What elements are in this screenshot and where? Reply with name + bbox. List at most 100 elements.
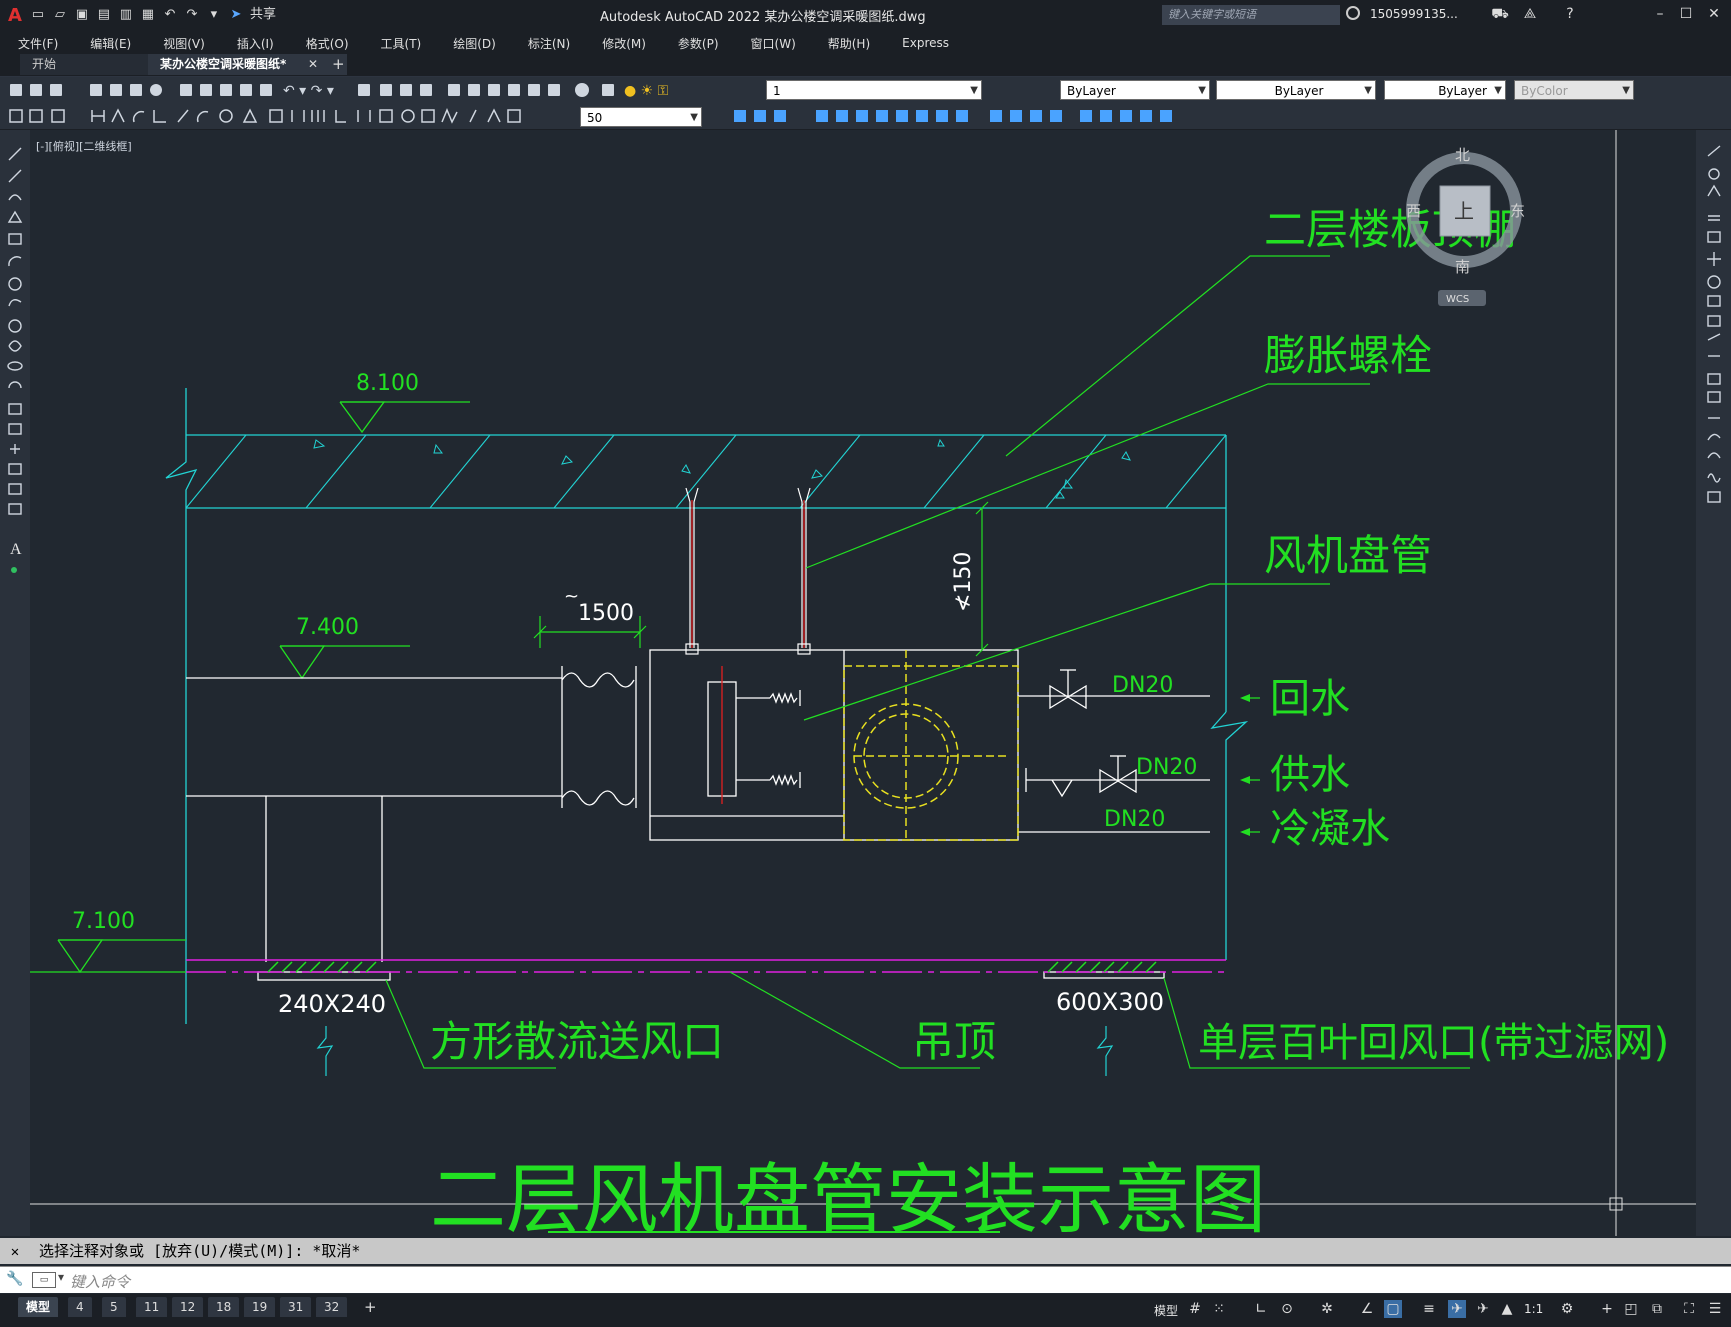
command-input[interactable]: 键入命令 bbox=[70, 1271, 130, 1292]
label-supply-water: 供水 bbox=[1270, 752, 1350, 798]
standard-toolbar-icons[interactable]: ↶ ▾ ↷ ▾ ● ☀ ⚿ bbox=[8, 81, 668, 99]
isolate-objects-icon[interactable]: ⧉ bbox=[1648, 1300, 1666, 1318]
layout-tab-4[interactable]: 4 bbox=[68, 1297, 92, 1317]
color-value: ByLayer bbox=[1067, 84, 1116, 98]
elevation-7100: 7.100 bbox=[72, 909, 135, 934]
search-icon[interactable] bbox=[1346, 6, 1360, 20]
save-as-icon[interactable]: ▤ bbox=[96, 7, 112, 23]
save-icon[interactable]: ▣ bbox=[74, 7, 90, 23]
close-icon[interactable]: ✕ bbox=[1704, 4, 1724, 24]
layer-dropdown[interactable]: 1 ▼ bbox=[766, 80, 982, 100]
layout-tab-model[interactable]: 模型 bbox=[18, 1297, 59, 1317]
menu-parametric[interactable]: 参数(P) bbox=[660, 35, 733, 52]
modify-toolbar-icons[interactable] bbox=[730, 107, 1210, 125]
menu-file[interactable]: 文件(F) bbox=[0, 35, 72, 52]
quick-access-toolbar: ▭ ▱ ▣ ▤ ▥ ▦ ↶ ↷ ▾ ➤ 共享 bbox=[30, 7, 276, 23]
layout-tab-31[interactable]: 31 bbox=[280, 1297, 312, 1317]
label-expansion-bolt: 膨胀螺栓 bbox=[1264, 331, 1432, 380]
menu-dimension[interactable]: 标注(N) bbox=[510, 35, 584, 52]
color-dropdown[interactable]: ByLayer ▼ bbox=[1060, 80, 1210, 100]
menu-edit[interactable]: 编辑(E) bbox=[72, 35, 145, 52]
layout-tab-19[interactable]: 19 bbox=[244, 1297, 276, 1317]
annotation-monitor-icon[interactable]: ✈ bbox=[1448, 1300, 1466, 1318]
share-icon[interactable]: ➤ bbox=[228, 7, 244, 23]
cart-icon[interactable]: ⛟ bbox=[1490, 4, 1510, 24]
menu-view[interactable]: 视图(V) bbox=[145, 35, 219, 52]
customize-icon[interactable]: 🔧 bbox=[6, 1271, 23, 1287]
label-condensate: 冷凝水 bbox=[1270, 806, 1390, 852]
new-file-icon[interactable]: ▭ bbox=[30, 7, 46, 23]
osnap-icon[interactable]: ▢ bbox=[1384, 1300, 1402, 1318]
annotation-visibility-icon[interactable]: ✈ bbox=[1474, 1300, 1492, 1318]
hardware-accel-icon[interactable]: ◰ bbox=[1622, 1300, 1640, 1318]
annotate-plus-icon[interactable]: + bbox=[1598, 1300, 1616, 1318]
linetype-dropdown[interactable]: ByLayer ▼ bbox=[1216, 80, 1376, 100]
plotstyle-value: ByColor bbox=[1521, 84, 1568, 98]
add-layout-icon[interactable]: + bbox=[356, 1297, 385, 1317]
command-prompt-icon[interactable]: ▭ bbox=[32, 1272, 56, 1288]
svg-text:↶ ▾ ↷ ▾: ↶ ▾ ↷ ▾ bbox=[283, 83, 334, 99]
workspace-gear-icon[interactable]: ⚙ bbox=[1558, 1300, 1576, 1318]
label-240x240: 240X240 bbox=[278, 990, 386, 1018]
plot-icon[interactable]: ▦ bbox=[140, 7, 156, 23]
search-input[interactable]: 键入关键字或短语 bbox=[1162, 5, 1340, 25]
fullscreen-icon[interactable]: ⛶ bbox=[1680, 1300, 1698, 1318]
command-dropdown-icon[interactable]: ▾ bbox=[58, 1270, 64, 1284]
dimscale-value: 50 bbox=[587, 111, 603, 125]
svg-text:A: A bbox=[10, 541, 22, 558]
lineweight-icon[interactable]: ≡ bbox=[1420, 1300, 1438, 1318]
autodesk-app-icon[interactable]: ⟁ bbox=[1520, 4, 1540, 24]
ortho-icon[interactable]: ∟ bbox=[1252, 1300, 1270, 1318]
modify-tool-icons[interactable] bbox=[1696, 130, 1731, 550]
menu-draw[interactable]: 绘图(D) bbox=[435, 35, 510, 52]
fan-wheel bbox=[843, 650, 1019, 841]
polar-icon[interactable]: ⊙ bbox=[1278, 1300, 1296, 1318]
minimize-icon[interactable]: – bbox=[1650, 4, 1670, 24]
drawing-canvas[interactable]: [-][俯视][二维线框] 8.100 7.400 7.100 1500 ~ ≮… bbox=[30, 130, 1696, 1236]
lineweight-dropdown[interactable]: ByLayer ▼ bbox=[1384, 80, 1506, 100]
layout-tab-11[interactable]: 11 bbox=[136, 1297, 168, 1317]
menu-express[interactable]: Express bbox=[884, 36, 963, 50]
layout-tab-12[interactable]: 12 bbox=[172, 1297, 204, 1317]
menu-modify[interactable]: 修改(M) bbox=[584, 35, 660, 52]
menu-tools[interactable]: 工具(T) bbox=[363, 35, 436, 52]
dimension-toolbar-icons[interactable] bbox=[8, 107, 568, 125]
share-label[interactable]: 共享 bbox=[250, 7, 276, 23]
menu-help[interactable]: 帮助(H) bbox=[810, 35, 884, 52]
autocad-logo-icon[interactable]: A bbox=[8, 5, 22, 26]
model-space-toggle[interactable]: 模型 bbox=[1154, 1302, 1178, 1319]
dim-1500-label: 1500 bbox=[578, 601, 634, 626]
menu-insert[interactable]: 插入(I) bbox=[219, 35, 288, 52]
dimscale-dropdown[interactable]: 50 ▼ bbox=[580, 107, 702, 127]
tab-start[interactable]: 开始 bbox=[20, 54, 154, 75]
plotstyle-dropdown[interactable]: ByColor ▼ bbox=[1514, 80, 1634, 100]
auto-scale-icon[interactable]: ▲ bbox=[1498, 1300, 1516, 1318]
customize-qa-icon[interactable]: ▾ bbox=[206, 7, 222, 23]
redo-icon[interactable]: ↷ bbox=[184, 7, 200, 23]
customization-menu-icon[interactable]: ☰ bbox=[1706, 1300, 1724, 1318]
new-tab-icon[interactable]: + bbox=[320, 54, 357, 75]
command-close-icon[interactable]: ✕ bbox=[0, 1239, 30, 1265]
snap-icon[interactable]: ⁙ bbox=[1210, 1300, 1228, 1318]
toolbar-row-1: ↶ ▾ ↷ ▾ ● ☀ ⚿ 1 ▼ ByLayer ▼ ByLayer ▼ ByLay… bbox=[0, 77, 1731, 104]
user-account[interactable]: 1505999135... bbox=[1370, 7, 1458, 21]
open-web-icon[interactable]: ▥ bbox=[118, 7, 134, 23]
osnap-track-icon[interactable]: ✲ bbox=[1318, 1300, 1336, 1318]
dim-150-label: ≮150 bbox=[951, 552, 976, 612]
isodraft-icon[interactable]: ∠ bbox=[1358, 1300, 1376, 1318]
undo-icon[interactable]: ↶ bbox=[162, 7, 178, 23]
layout-tab-18[interactable]: 18 bbox=[208, 1297, 240, 1317]
menu-format[interactable]: 格式(O) bbox=[288, 35, 363, 52]
help-icon[interactable]: ? bbox=[1560, 4, 1580, 24]
annotation-scale[interactable]: 1:1 bbox=[1524, 1302, 1543, 1316]
draw-tool-icons[interactable]: A bbox=[0, 130, 30, 590]
dim-150 bbox=[975, 501, 989, 657]
linetype-value: ByLayer bbox=[1274, 84, 1324, 98]
maximize-icon[interactable]: ☐ bbox=[1676, 4, 1696, 24]
layout-tab-32[interactable]: 32 bbox=[316, 1297, 348, 1317]
open-file-icon[interactable]: ▱ bbox=[52, 7, 68, 23]
menu-window[interactable]: 窗口(W) bbox=[733, 35, 810, 52]
layout-tab-5[interactable]: 5 bbox=[102, 1297, 126, 1317]
viewcube[interactable]: 上 北 南 西 东 WCS bbox=[1404, 140, 1544, 320]
grid-icon[interactable]: # bbox=[1186, 1300, 1204, 1318]
